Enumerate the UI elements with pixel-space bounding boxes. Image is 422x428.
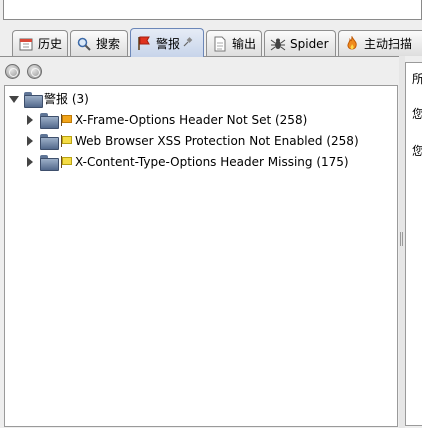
detail-line: 您 xyxy=(412,142,422,159)
pin-icon[interactable] xyxy=(183,36,193,50)
alert-detail-panel: 所 您 您 xyxy=(405,62,422,426)
folder-icon xyxy=(40,112,59,129)
tab-spider-label: Spider xyxy=(290,36,329,51)
yellow-flag-icon xyxy=(60,134,72,147)
tree-item[interactable]: X-Frame-Options Header Not Set (258) xyxy=(24,110,307,129)
expand-toggle-icon[interactable] xyxy=(24,114,36,126)
tab-output-label: 输出 xyxy=(232,37,257,51)
tree-item-label: X-Frame-Options Header Not Set (258) xyxy=(75,112,308,127)
tree-item-label: X-Content-Type-Options Header Missing (1… xyxy=(75,154,349,169)
tab-alerts[interactable]: 警报 xyxy=(130,28,204,57)
tab-search-label: 搜索 xyxy=(96,37,121,51)
filter-icon[interactable] xyxy=(5,64,20,79)
detail-line: 所 xyxy=(412,70,422,87)
tree-item[interactable]: Web Browser XSS Protection Not Enabled (… xyxy=(24,131,359,150)
tree-item-label: Web Browser XSS Protection Not Enabled (… xyxy=(75,133,359,148)
divider-grip[interactable] xyxy=(400,232,403,246)
tree-item[interactable]: X-Content-Type-Options Header Missing (1… xyxy=(24,152,349,171)
calendar-icon xyxy=(18,36,34,52)
alerts-tree[interactable]: 警报 (3) X-Frame-Options Header Not Set (2… xyxy=(4,85,398,427)
tab-search[interactable]: 搜索 xyxy=(70,30,128,56)
folder-icon xyxy=(40,154,59,171)
expand-toggle-icon[interactable] xyxy=(8,93,20,105)
red-flag-icon xyxy=(136,35,152,51)
yellow-flag-icon xyxy=(60,155,72,168)
tab-active-scan-label: 主动扫描 xyxy=(364,37,413,51)
tab-history-label: 历史 xyxy=(38,37,63,51)
magnifier-icon xyxy=(76,36,92,52)
tree-root-label: 警报 (3) xyxy=(44,92,89,106)
top-panel-strip xyxy=(0,0,422,28)
tab-active-scan[interactable]: 主动扫描 xyxy=(338,30,422,56)
folder-icon xyxy=(24,91,43,108)
upper-panel-frame xyxy=(3,0,422,20)
alerts-panel: 警报 (3) X-Frame-Options Header Not Set (2… xyxy=(0,56,399,428)
orange-flag-icon xyxy=(60,113,72,126)
expand-toggle-icon[interactable] xyxy=(24,135,36,147)
detail-line: 您 xyxy=(412,105,422,122)
alerts-toolbar xyxy=(5,64,42,80)
tab-bar: 历史 搜索 警报 输出 Spider 主动扫描 xyxy=(0,28,422,57)
tab-history[interactable]: 历史 xyxy=(12,30,68,56)
settings-icon[interactable] xyxy=(27,64,42,79)
folder-icon xyxy=(40,133,59,150)
tab-alerts-label: 警报 xyxy=(156,36,181,51)
tree-root[interactable]: 警报 (3) xyxy=(8,89,89,108)
expand-toggle-icon[interactable] xyxy=(24,156,36,168)
spider-icon xyxy=(270,36,286,52)
tab-output[interactable]: 输出 xyxy=(206,30,262,56)
tab-spider[interactable]: Spider xyxy=(264,30,336,56)
zap-alerts-window: 历史 搜索 警报 输出 Spider 主动扫描 警报 (3) X-Frame-O… xyxy=(0,0,422,428)
flame-icon xyxy=(344,34,360,52)
document-icon xyxy=(212,36,228,52)
